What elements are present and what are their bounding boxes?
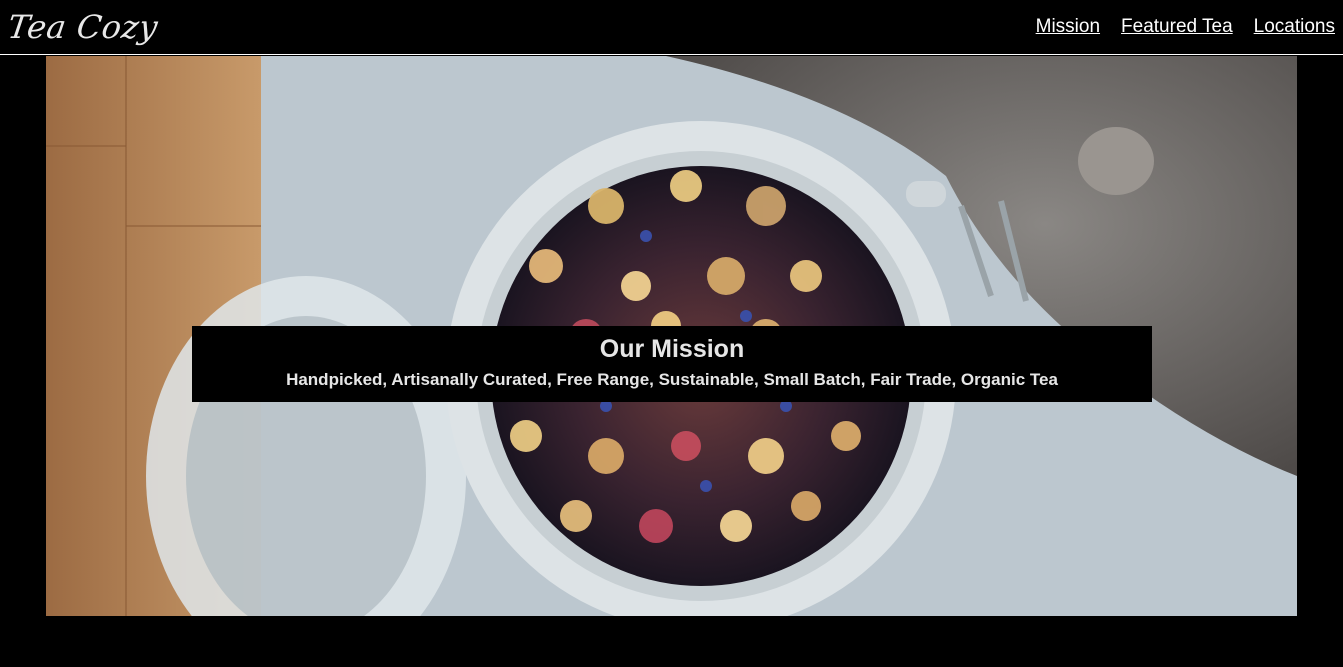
site-header: Tea Cozy Mission Featured Tea Locations [0,0,1343,55]
nav-link-locations[interactable]: Locations [1254,16,1335,38]
mission-description: Handpicked, Artisanally Curated, Free Ra… [286,370,1058,389]
logo[interactable]: Tea Cozy [5,8,160,46]
mission-title: Our Mission [599,335,745,363]
main-nav: Mission Featured Tea Locations [1015,16,1335,38]
nav-link-mission[interactable]: Mission [1036,16,1100,38]
nav-link-featured-tea[interactable]: Featured Tea [1121,16,1233,38]
mission-box: Our Mission Handpicked, Artisanally Cura… [192,326,1152,402]
